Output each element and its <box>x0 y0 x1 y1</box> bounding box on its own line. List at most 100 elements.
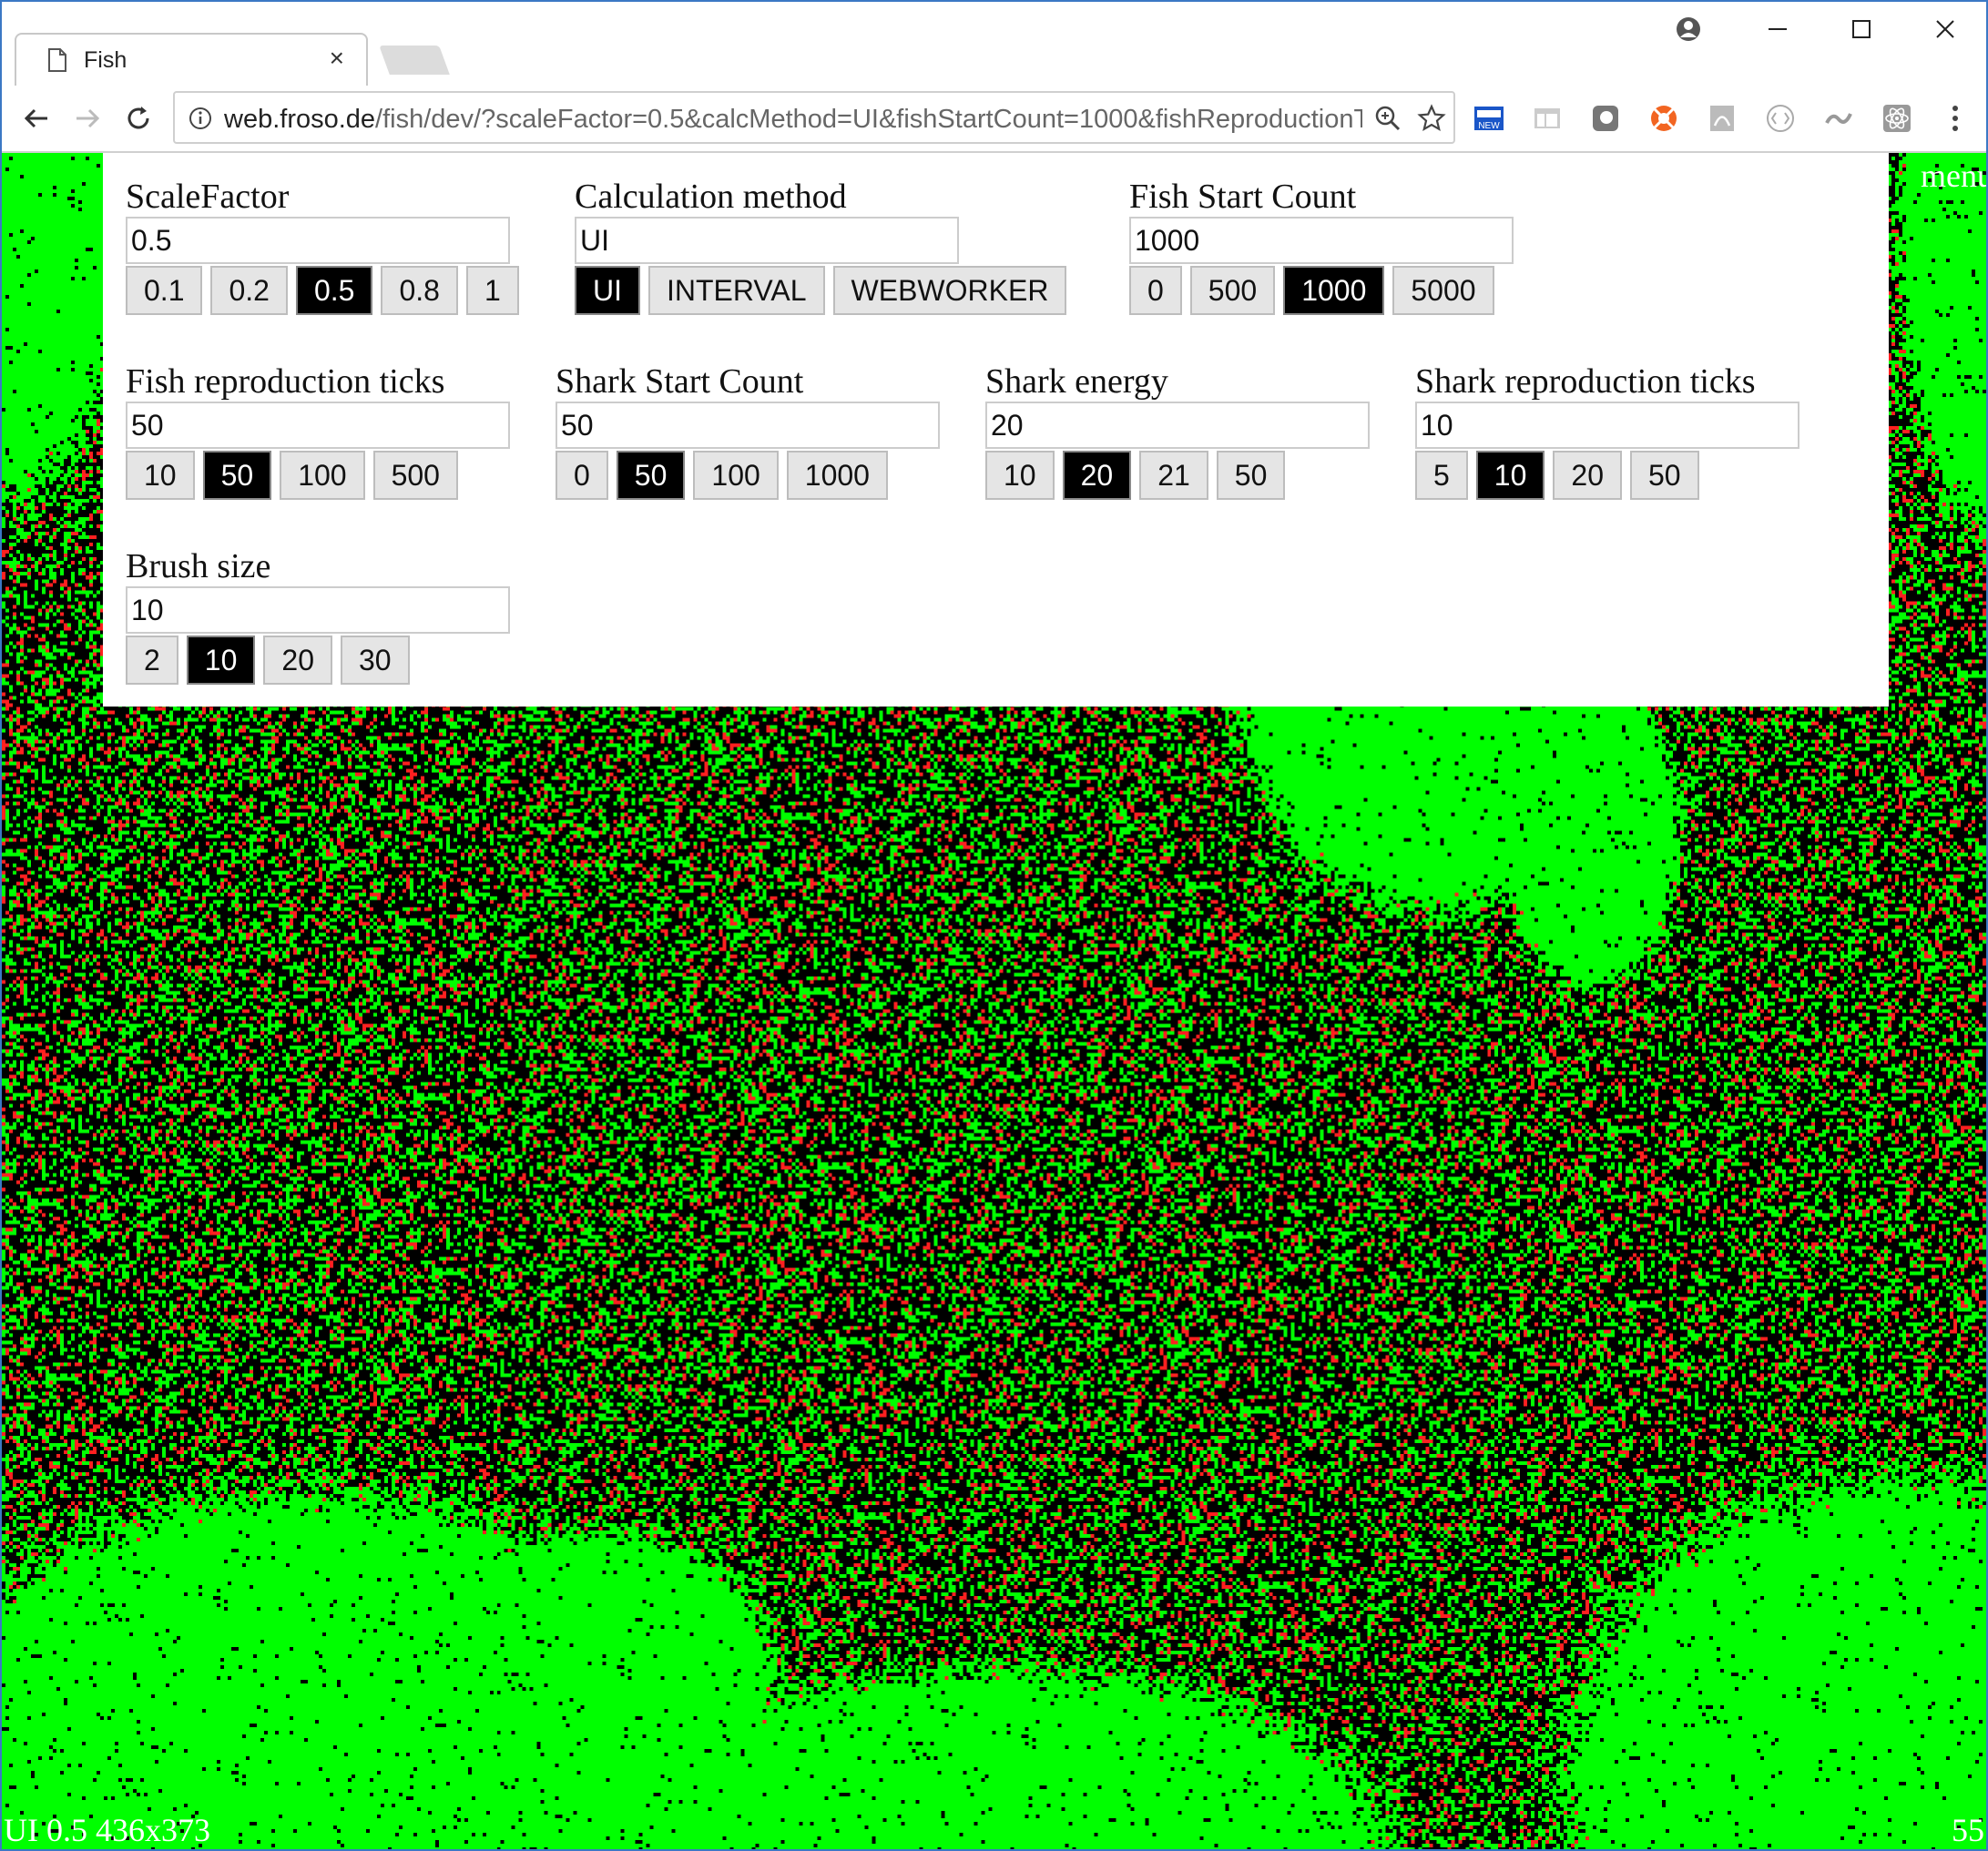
setting-label: Calculation method <box>575 178 847 216</box>
option-button[interactable]: 10 <box>1475 451 1545 500</box>
minimize-icon[interactable] <box>1750 11 1805 47</box>
option-button[interactable]: 20 <box>1553 451 1622 500</box>
setting-shark-energy: Shark energy 10202150 <box>985 361 1370 500</box>
fish-reproduction-ticks-input[interactable] <box>126 402 510 449</box>
option-button[interactable]: 10 <box>126 451 195 500</box>
tab-close-icon[interactable]: × <box>330 46 344 71</box>
option-button[interactable]: 1 <box>465 266 519 315</box>
url-host: web.froso.de <box>224 105 376 134</box>
setting-label: Brush size <box>126 547 271 585</box>
option-button[interactable]: 10 <box>985 451 1055 500</box>
option-button[interactable]: 10 <box>186 636 256 685</box>
option-button[interactable]: 1000 <box>786 451 888 500</box>
option-button[interactable]: 500 <box>372 451 458 500</box>
layout-extension-icon[interactable] <box>1530 101 1565 136</box>
calculation-method-options: UI INTERVAL WEBWORKER <box>575 266 1067 315</box>
option-button[interactable]: 5000 <box>1392 266 1494 315</box>
status-readout: UI 0.5 436x373 <box>4 1812 210 1848</box>
back-icon[interactable] <box>16 98 56 138</box>
option-button[interactable]: 50 <box>616 451 686 500</box>
option-button[interactable]: 50 <box>202 451 272 500</box>
page-icon <box>48 48 66 72</box>
kebab-menu-icon[interactable] <box>1938 101 1973 136</box>
lifebuoy-extension-icon[interactable] <box>1646 101 1681 136</box>
new-tab-button[interactable] <box>379 46 450 75</box>
link-extension-icon[interactable] <box>1821 101 1856 136</box>
url-text[interactable]: web.froso.de/fish/dev/?scaleFactor=0.5&c… <box>224 105 1362 135</box>
pdf-extension-icon[interactable] <box>1705 101 1739 136</box>
shark-reproduction-ticks-input[interactable] <box>1415 402 1799 449</box>
screenshot-extension-icon[interactable] <box>1588 101 1623 136</box>
option-button[interactable]: 50 <box>1629 451 1699 500</box>
browser-tab[interactable]: Fish × <box>15 33 368 86</box>
browser-window: Fish × web.froso.de/fish/dev/?scaleFacto… <box>0 0 1988 1851</box>
profile-icon[interactable] <box>1661 11 1716 47</box>
option-button[interactable]: 500 <box>1189 266 1276 315</box>
shark-reproduction-ticks-options: 5 10 20 50 <box>1415 451 1799 500</box>
option-button[interactable]: 1000 <box>1283 266 1385 315</box>
option-button[interactable]: 2 <box>126 636 178 685</box>
shark-start-count-options: 0 50 100 1000 <box>556 451 940 500</box>
option-button[interactable]: WEBWORKER <box>832 266 1067 315</box>
close-window-icon[interactable] <box>1918 11 1973 47</box>
option-button[interactable]: 0.8 <box>381 266 458 315</box>
option-button[interactable]: 20 <box>263 636 332 685</box>
shark-energy-options: 10 20 21 50 <box>985 451 1370 500</box>
option-button[interactable]: 0 <box>556 451 608 500</box>
setting-shark-reproduction-ticks: Shark reproduction ticks 5102050 <box>1415 361 1799 500</box>
option-button[interactable]: 0 <box>1129 266 1182 315</box>
tab-title: Fish <box>84 47 127 73</box>
option-button[interactable]: 0.5 <box>295 266 373 315</box>
news-extension-icon[interactable]: NEW <box>1472 101 1506 136</box>
address-bar[interactable]: web.froso.de/fish/dev/?scaleFactor=0.5&c… <box>173 91 1455 144</box>
fps-counter: 55 <box>1952 1812 1984 1848</box>
setting-calculation-method: Calculation method UIINTERVALWEBWORKER <box>575 177 1067 315</box>
option-button[interactable]: 100 <box>280 451 365 500</box>
setting-scale-factor: ScaleFactor 0.10.20.50.81 <box>126 177 519 315</box>
option-button[interactable]: 5 <box>1415 451 1468 500</box>
scale-factor-input[interactable] <box>126 217 510 264</box>
bookmark-star-icon[interactable] <box>1417 104 1446 133</box>
menu-link[interactable]: menu <box>1921 157 1986 195</box>
info-icon[interactable] <box>188 106 213 131</box>
svg-text:NEW: NEW <box>1478 121 1500 131</box>
option-button[interactable]: UI <box>575 266 640 315</box>
setting-label: Fish reproduction ticks <box>126 362 445 401</box>
setting-shark-start-count: Shark Start Count 0501001000 <box>556 361 940 500</box>
setting-label: Shark energy <box>985 362 1168 401</box>
option-button[interactable]: INTERVAL <box>648 266 825 315</box>
shark-start-count-input[interactable] <box>556 402 940 449</box>
option-button[interactable]: 50 <box>1216 451 1286 500</box>
fish-reproduction-ticks-options: 10 50 100 500 <box>126 451 510 500</box>
option-button[interactable]: 0.2 <box>210 266 288 315</box>
setting-fish-start-count: Fish Start Count 050010005000 <box>1129 177 1514 315</box>
react-devtools-icon[interactable] <box>1880 101 1914 136</box>
reload-icon[interactable] <box>118 98 158 138</box>
fish-start-count-input[interactable] <box>1129 217 1514 264</box>
setting-label: ScaleFactor <box>126 178 290 216</box>
scale-factor-options: 0.1 0.2 0.5 0.8 1 <box>126 266 519 315</box>
zoom-icon[interactable] <box>1373 104 1402 133</box>
forward-icon[interactable] <box>67 98 107 138</box>
option-button[interactable]: 30 <box>340 636 410 685</box>
url-path: /fish/dev/?scaleFactor=0.5&calcMethod=UI… <box>375 105 1362 134</box>
maximize-icon[interactable] <box>1834 11 1889 47</box>
calculation-method-input[interactable] <box>575 217 959 264</box>
code-extension-icon[interactable] <box>1763 101 1798 136</box>
settings-panel: ScaleFactor 0.10.20.50.81 Calculation me… <box>103 153 1889 707</box>
browser-toolbar: web.froso.de/fish/dev/?scaleFactor=0.5&c… <box>2 86 1986 153</box>
setting-fish-reproduction-ticks: Fish reproduction ticks 1050100500 <box>126 361 510 500</box>
fish-start-count-options: 0 500 1000 5000 <box>1129 266 1514 315</box>
setting-label: Shark reproduction ticks <box>1415 362 1756 401</box>
setting-brush-size: Brush size 2102030 <box>126 546 510 685</box>
option-button[interactable]: 20 <box>1062 451 1132 500</box>
simulation-page: ScaleFactor 0.10.20.50.81 Calculation me… <box>2 153 1986 1849</box>
option-button[interactable]: 100 <box>693 451 779 500</box>
title-bar: Fish × <box>2 2 1986 86</box>
option-button[interactable]: 21 <box>1139 451 1208 500</box>
option-button[interactable]: 0.1 <box>126 266 203 315</box>
shark-energy-input[interactable] <box>985 402 1370 449</box>
setting-label: Fish Start Count <box>1129 178 1357 216</box>
brush-size-input[interactable] <box>126 586 510 634</box>
brush-size-options: 2 10 20 30 <box>126 636 510 685</box>
